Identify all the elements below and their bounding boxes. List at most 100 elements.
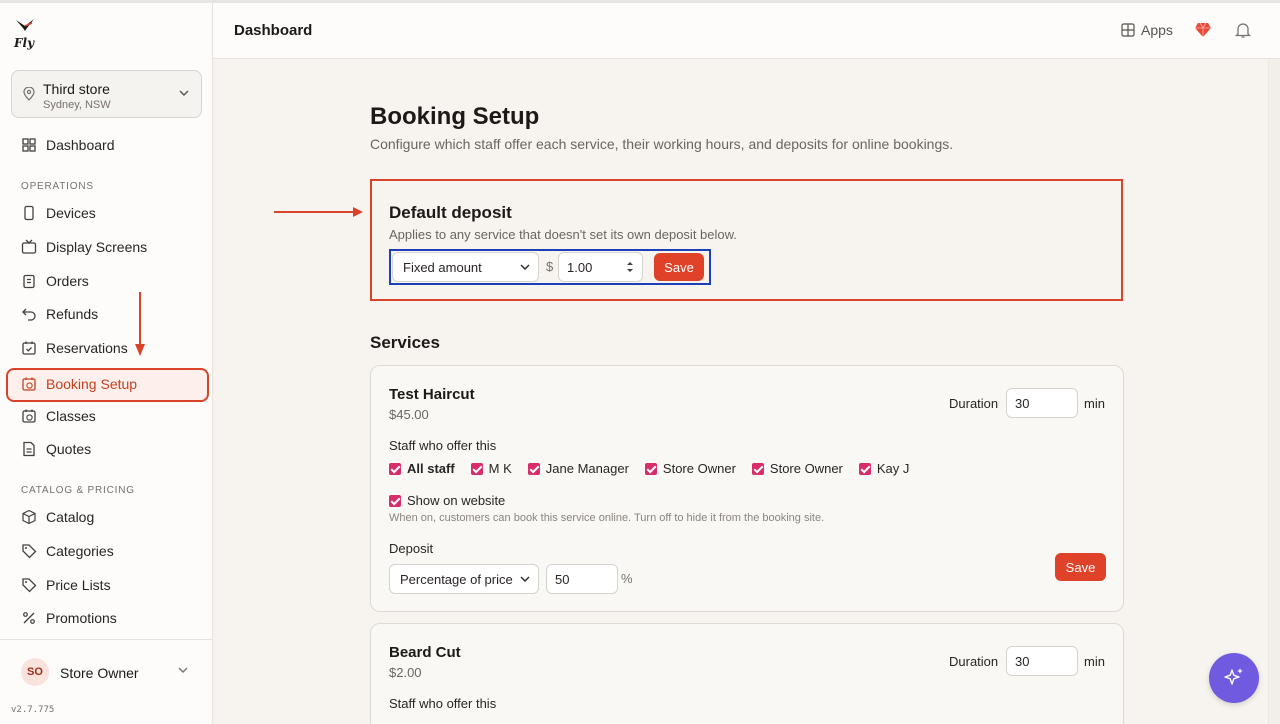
staff-checkbox[interactable]: Store Owner [644, 461, 736, 476]
sidebar-item-price-lists[interactable]: Price Lists [6, 569, 209, 601]
undo-icon [22, 308, 36, 321]
sidebar-item-display-screens[interactable]: Display Screens [6, 231, 209, 263]
deposit-type-select[interactable]: Fixed amount [392, 252, 539, 282]
service-name: Beard Cut [389, 644, 461, 661]
sidebar-item-label: Display Screens [46, 239, 148, 255]
fly-logo[interactable]: Fly [12, 17, 38, 51]
staff-checkbox[interactable]: Store Owner [751, 461, 843, 476]
duration-label: Duration [949, 654, 999, 669]
sidebar-item-label: Categories [46, 543, 114, 559]
page-title: Booking Setup [370, 103, 540, 130]
apps-grid-icon [1121, 23, 1135, 37]
default-deposit-section: Default deposit Applies to any service t… [370, 179, 1123, 301]
sidebar: Fly Third store Sydney, NSW Dashboard OP… [0, 3, 213, 724]
tv-icon [21, 239, 37, 254]
sidebar-item-dashboard[interactable]: Dashboard [6, 129, 209, 161]
sidebar-item-label: Devices [46, 205, 96, 221]
sidebar-item-label: Refunds [46, 306, 99, 322]
services-heading: Services [370, 333, 440, 352]
avatar: SO [21, 658, 49, 686]
staff-label: Staff who offer this [389, 696, 497, 711]
calendar-clock-icon [22, 409, 36, 423]
deposit-label: Deposit [389, 541, 434, 556]
store-name: Third store [43, 81, 110, 97]
chevron-down-icon [178, 667, 188, 673]
checkbox-checked-icon [751, 462, 764, 475]
sidebar-item-categories[interactable]: Categories [6, 535, 209, 567]
sidebar-item-orders[interactable]: Orders [6, 265, 209, 297]
checkbox-checked-icon [527, 462, 540, 475]
staff-checkbox[interactable]: M K [470, 461, 512, 476]
checkbox-checked-icon [644, 462, 657, 475]
service-deposit-value-input[interactable]: 50 [546, 564, 618, 594]
store-location: Sydney, NSW [43, 99, 111, 111]
sidebar-item-promotions[interactable]: Promotions [6, 602, 209, 634]
section-catalog: CATALOG & PRICING [21, 485, 135, 496]
staff-checkbox-all[interactable]: All staff [389, 461, 455, 476]
sidebar-item-label: Classes [46, 408, 96, 424]
app-version: v2.7.775 [11, 705, 55, 715]
sidebar-item-booking-setup[interactable]: Booking Setup [6, 368, 209, 402]
show-on-website-checkbox[interactable]: Show on website [389, 493, 505, 508]
percent-icon [23, 612, 35, 624]
scrollbar[interactable] [1268, 59, 1280, 724]
deposit-controls-highlight: Fixed amount $ 1.00 Save [389, 249, 711, 285]
service-card: Beard Cut $2.00 Duration 30 min Staff wh… [370, 623, 1124, 724]
service-price: $45.00 [389, 407, 429, 422]
gem-icon[interactable] [1194, 21, 1212, 39]
sidebar-item-reservations[interactable]: Reservations [6, 332, 209, 364]
default-deposit-subtitle: Applies to any service that doesn't set … [389, 227, 737, 242]
bell-icon[interactable] [1234, 21, 1252, 39]
sidebar-item-classes[interactable]: Classes [6, 400, 209, 432]
sidebar-item-quotes[interactable]: Quotes [6, 433, 209, 465]
staff-checkbox[interactable]: Kay J [858, 461, 909, 476]
staff-option-label: Store Owner [769, 461, 843, 476]
service-card: Test Haircut $45.00 Duration 30 min Staf… [370, 365, 1124, 612]
calendar-check-icon [22, 341, 36, 355]
staff-option-label: Jane Manager [545, 461, 629, 476]
service-save-button[interactable]: Save [1055, 553, 1106, 581]
apps-label: Apps [1141, 22, 1173, 38]
sidebar-item-label: Catalog [46, 509, 95, 525]
sidebar-item-catalog[interactable]: Catalog [6, 501, 209, 533]
duration-unit: min [1084, 396, 1105, 411]
top-header: Dashboard Apps [213, 3, 1280, 59]
sidebar-item-label: Quotes [46, 441, 92, 457]
default-deposit-save-button[interactable]: Save [654, 253, 704, 281]
chevron-down-icon [179, 90, 189, 96]
duration-input[interactable]: 30 [1006, 646, 1078, 676]
store-selector[interactable]: Third store Sydney, NSW [11, 70, 202, 118]
service-deposit-type-select[interactable]: Percentage of price [389, 564, 539, 594]
service-name: Test Haircut [389, 386, 475, 403]
staff-label: Staff who offer this [389, 438, 497, 453]
sidebar-item-label: Reservations [46, 340, 128, 356]
sparkle-icon [1224, 668, 1243, 685]
checkbox-checked-icon [389, 462, 401, 475]
box-icon [22, 509, 36, 525]
user-name: Store Owner [60, 665, 139, 681]
apps-button[interactable]: Apps [1121, 22, 1173, 38]
staff-checkboxes: All staff M K Jane Manager Store Owner S… [389, 461, 925, 476]
deposit-amount-input[interactable]: 1.00 [558, 252, 643, 282]
staff-checkbox[interactable]: Jane Manager [527, 461, 629, 476]
clipboard-icon [23, 274, 35, 289]
ai-assistant-button[interactable] [1209, 653, 1259, 703]
user-menu[interactable]: SO Store Owner v2.7.775 [0, 639, 212, 724]
staff-option-label: M K [488, 461, 512, 476]
logo-text: Fly [13, 36, 35, 50]
spinner-icon[interactable] [626, 260, 634, 274]
checkbox-checked-icon [858, 462, 871, 475]
service-deposit-value: 50 [555, 572, 570, 587]
staff-option-label: Store Owner [662, 461, 736, 476]
staff-option-label: All staff [407, 461, 455, 476]
tag-icon [22, 578, 37, 593]
header-title: Dashboard [234, 22, 313, 39]
annotation-arrow-down [135, 292, 145, 356]
duration-label: Duration [949, 396, 999, 411]
duration-input[interactable]: 30 [1006, 388, 1078, 418]
sidebar-item-devices[interactable]: Devices [6, 197, 209, 229]
sidebar-item-refunds[interactable]: Refunds [6, 298, 209, 330]
duration-unit: min [1084, 654, 1105, 669]
percent-unit: % [621, 571, 633, 586]
duration-value: 30 [1015, 396, 1030, 411]
